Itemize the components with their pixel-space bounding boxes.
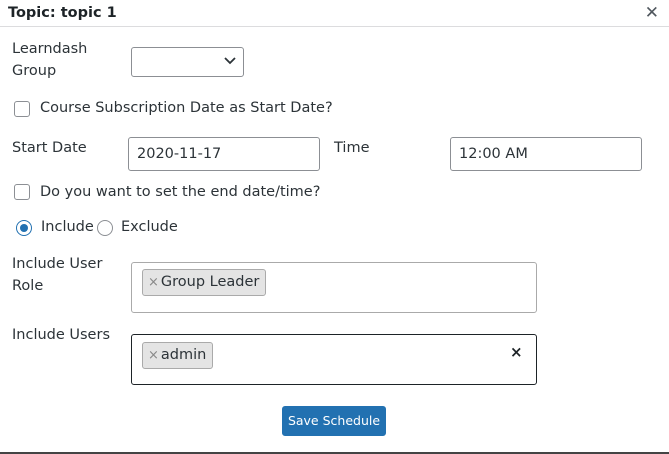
tag-remove-icon[interactable]: × — [148, 275, 159, 290]
users-multiselect[interactable]: × admin × — [131, 334, 537, 385]
start-date-label: Start Date — [12, 140, 87, 156]
group-label: Learndash Group — [12, 38, 87, 82]
include-radio[interactable] — [16, 220, 32, 236]
save-schedule-button[interactable]: Save Schedule — [282, 406, 386, 436]
start-date-input[interactable]: 2020-11-17 — [128, 137, 320, 171]
user-role-tag: × Group Leader — [142, 269, 267, 296]
chevron-down-icon — [224, 57, 236, 65]
dialog-title: Topic: topic 1 — [8, 5, 117, 21]
clear-selection-icon[interactable]: × — [510, 343, 523, 361]
user-role-label: Include User Role — [12, 253, 102, 297]
user-role-multiselect[interactable]: × Group Leader — [131, 262, 537, 313]
schedule-dialog: Topic: topic 1 ✕ Learndash Group Course … — [0, 0, 669, 454]
group-label-line1: Learndash — [12, 41, 88, 57]
user-role-label-line1: Include User — [12, 256, 103, 272]
time-input[interactable]: 12:00 AM — [450, 137, 642, 171]
users-label: Include Users — [12, 327, 110, 343]
time-label: Time — [334, 140, 370, 156]
end-date-checkbox[interactable] — [14, 184, 30, 200]
user-role-tag-label: Group Leader — [160, 274, 260, 290]
exclude-radio[interactable] — [97, 220, 113, 236]
dialog-titlebar: Topic: topic 1 ✕ — [0, 0, 669, 27]
group-label-line2: Group — [12, 63, 57, 79]
group-select[interactable] — [131, 47, 244, 77]
users-tag-label: admin — [160, 347, 207, 363]
exclude-radio-label: Exclude — [121, 219, 178, 235]
close-icon[interactable]: ✕ — [645, 3, 659, 23]
user-role-label-line2: Role — [12, 278, 44, 294]
users-tag: × admin — [142, 342, 214, 369]
include-radio-label: Include — [41, 219, 94, 235]
subscription-checkbox-label: Course Subscription Date as Start Date? — [40, 100, 333, 116]
end-date-checkbox-label: Do you want to set the end date/time? — [40, 184, 321, 200]
subscription-checkbox[interactable] — [14, 101, 30, 117]
tag-remove-icon[interactable]: × — [148, 348, 159, 363]
